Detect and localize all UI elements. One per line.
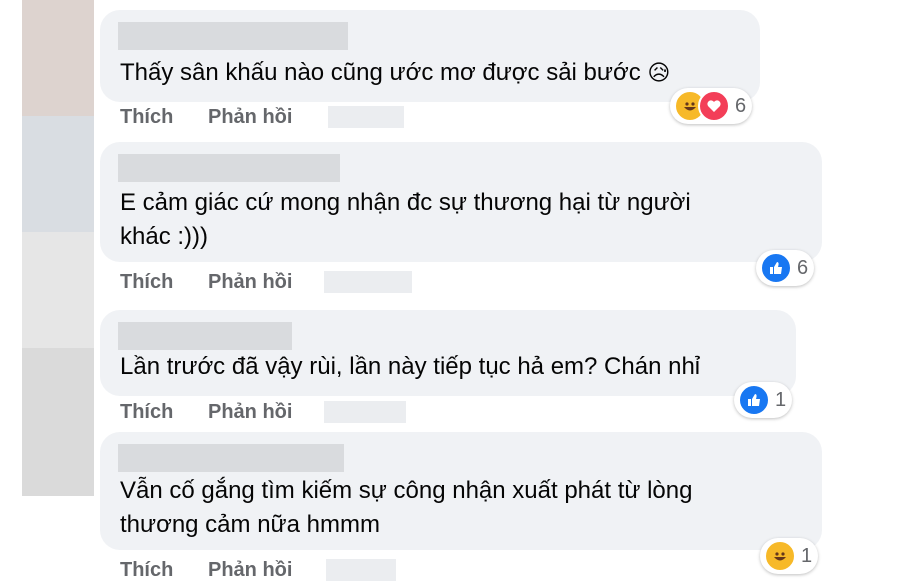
reaction-count: 6 [735,94,747,117]
comment-text: Lần trước đã vậy rùi, lần này tiếp tục h… [120,350,700,384]
like-button[interactable]: Thích [120,271,173,294]
comment-text: E cảm giác cứ mong nhận đc sự thương hại… [120,186,691,254]
reaction-count: 1 [801,544,813,567]
reaction-count: 1 [775,388,787,411]
comment-text-line: E cảm giác cứ mong nhận đc sự thương hại… [120,189,691,216]
sad-emoji-icon: 😥 [647,60,671,85]
avatar[interactable] [22,348,94,496]
reaction-summary[interactable]: 6 [756,250,815,286]
commenter-name[interactable] [118,444,344,472]
timestamp[interactable] [328,106,404,128]
reply-button[interactable]: Phản hồi [208,271,292,294]
reaction-summary[interactable]: 1 [760,538,819,574]
timestamp[interactable] [326,559,396,581]
like-button[interactable]: Thích [120,559,173,582]
reaction-summary[interactable]: 6 [670,88,753,124]
avatar[interactable] [22,116,94,232]
comment-bubble: Vẫn cố gắng tìm kiếm sự công nhận xuất p… [100,432,822,550]
commenter-name[interactable] [118,322,292,350]
reaction-count: 6 [797,256,809,279]
comment-text-line: khác :))) [120,223,209,250]
commenter-name[interactable] [118,22,348,50]
comment-text: Thấy sân khấu nào cũng ước mơ được sải b… [120,56,670,90]
comment-bubble: Lần trước đã vậy rùi, lần này tiếp tục h… [100,310,796,396]
comment-text-line: thương cảm nữa hmmm [120,511,380,538]
reply-button[interactable]: Phản hồi [208,106,292,129]
comment-text-line: Lần trước đã vậy rùi, lần này tiếp tục h… [120,353,701,380]
reply-button[interactable]: Phản hồi [208,559,292,582]
love-icon [698,90,730,122]
commenter-name[interactable] [118,154,340,182]
comment-text-line: Thấy sân khấu nào cũng ước mơ được sải b… [120,59,641,86]
like-button[interactable]: Thích [120,106,173,129]
reaction-summary[interactable]: 1 [734,382,793,418]
timestamp[interactable] [324,401,406,423]
comment-text-line: Vẫn cố gắng tìm kiếm sự công nhận xuất p… [120,477,693,504]
like-icon [738,384,770,416]
reply-button[interactable]: Phản hồi [208,401,292,424]
avatar[interactable] [22,0,94,116]
comment-bubble: Thấy sân khấu nào cũng ước mơ được sải b… [100,10,760,102]
like-button[interactable]: Thích [120,401,173,424]
avatar[interactable] [22,232,94,348]
comment-bubble: E cảm giác cứ mong nhận đc sự thương hại… [100,142,822,262]
like-icon [760,252,792,284]
timestamp[interactable] [324,271,412,293]
comment-text: Vẫn cố gắng tìm kiếm sự công nhận xuất p… [120,474,692,542]
haha-icon [764,540,796,572]
